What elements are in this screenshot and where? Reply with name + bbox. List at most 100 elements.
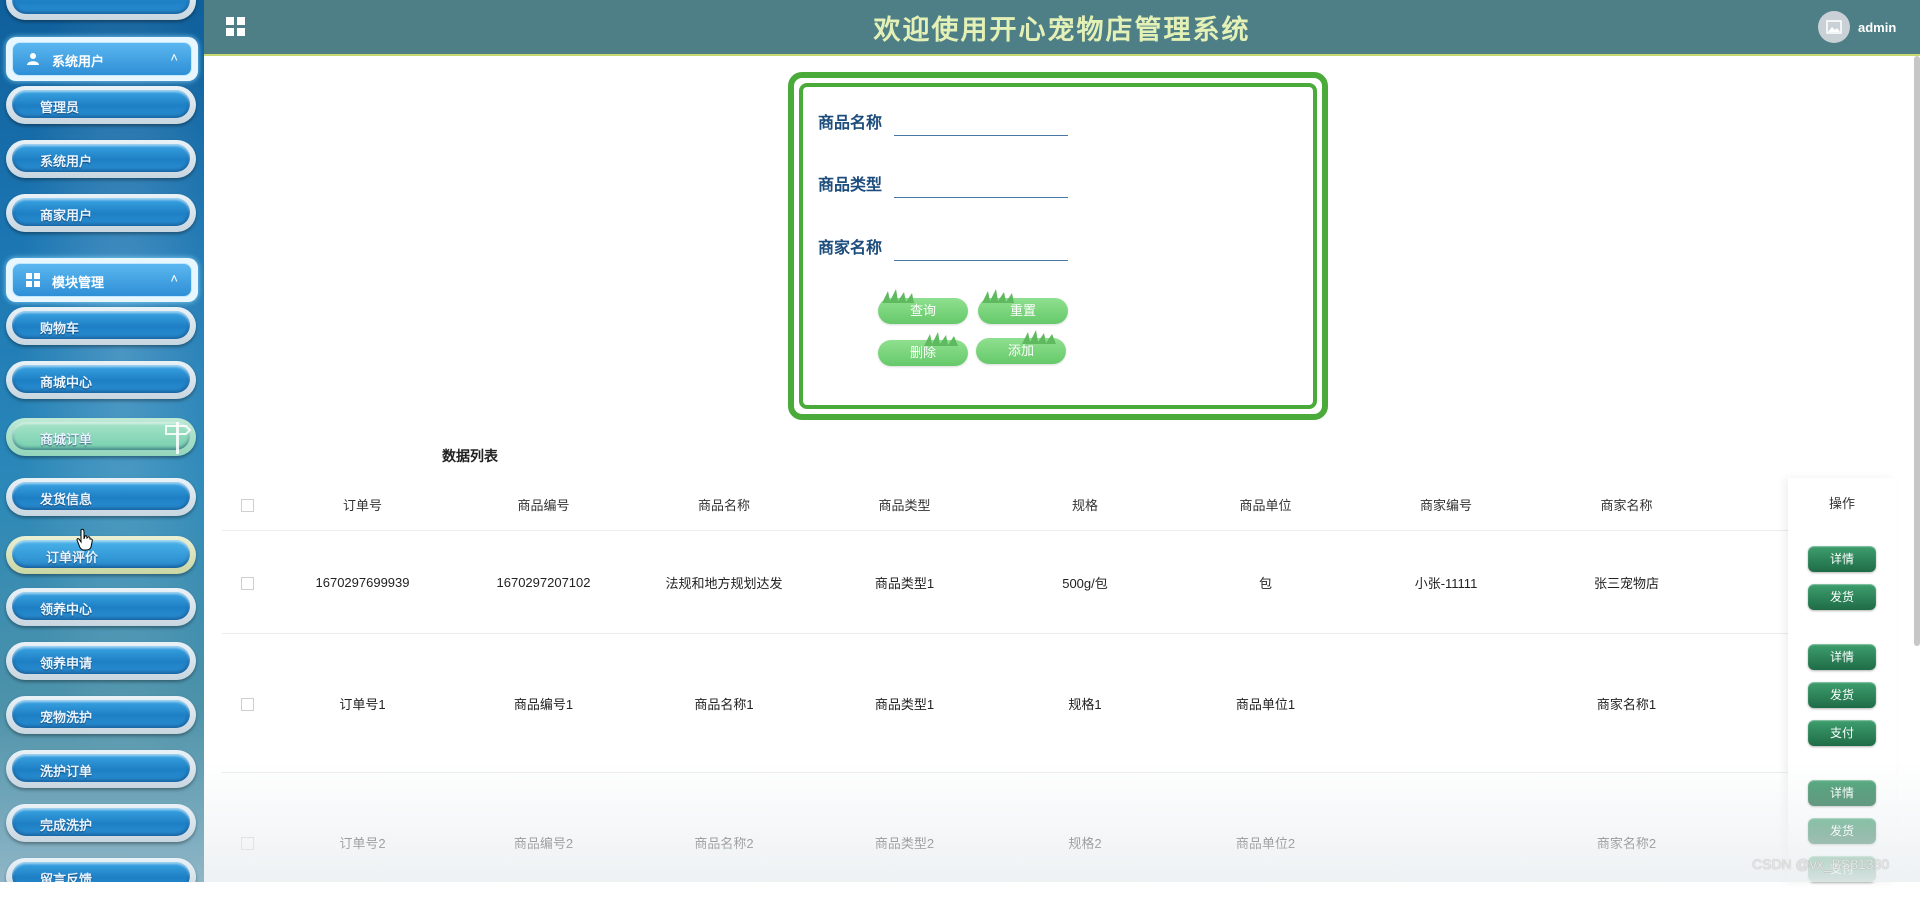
- column-header[interactable]: 商品编号: [453, 478, 634, 531]
- delete-button[interactable]: 删除: [878, 340, 968, 366]
- sidebar-item-adoption-apply[interactable]: 领养申请: [6, 642, 196, 680]
- table-cell: 商家名称1: [1536, 634, 1717, 773]
- data-table: 订单号 商品编号 商品名称 商品类型 规格 商品单位 商家编号 商家名称 商 1…: [222, 478, 1896, 911]
- product-type-label: 商品类型: [818, 171, 882, 195]
- sidebar-item-label: 领养中心: [40, 599, 92, 618]
- sidebar-item-label: 领养申请: [40, 653, 92, 672]
- row-checkbox[interactable]: [241, 577, 254, 590]
- detail-button[interactable]: 详情: [1808, 546, 1876, 572]
- column-header[interactable]: 规格: [995, 478, 1175, 531]
- sidebar-item-grooming-done[interactable]: 完成洗护: [6, 804, 196, 842]
- table-cell: [1356, 773, 1536, 911]
- ship-button[interactable]: 发货: [1808, 818, 1876, 844]
- table-cell: 订单号1: [272, 634, 453, 773]
- image-icon: [1818, 11, 1850, 43]
- row-checkbox[interactable]: [241, 837, 254, 850]
- table-cell: 商品单位1: [1175, 634, 1356, 773]
- sidebar-item-adoption-center[interactable]: 领养中心: [6, 588, 196, 626]
- select-all-checkbox[interactable]: [241, 499, 254, 512]
- table-cell: 商品类型1: [814, 634, 995, 773]
- grass-icon: [982, 289, 1022, 303]
- sidebar-item-feedback[interactable]: 留言反馈: [6, 858, 196, 882]
- merchant-name-label: 商家名称: [818, 234, 882, 258]
- row-checkbox[interactable]: [241, 698, 254, 711]
- table-cell: 商品类型1: [814, 531, 995, 634]
- sidebar-group-modules-label: 模块管理: [52, 272, 104, 291]
- query-button[interactable]: 查询: [878, 298, 968, 324]
- pay-button[interactable]: 支付: [1808, 720, 1876, 746]
- sidebar-item-label: 购物车: [40, 318, 79, 337]
- sidebar-item-cart[interactable]: 购物车: [6, 307, 196, 345]
- column-header[interactable]: 商品单位: [1175, 478, 1356, 531]
- signpost-icon: [164, 418, 192, 456]
- sidebar-item-pet-grooming[interactable]: 宠物洗护: [6, 696, 196, 734]
- sidebar-item-order-review[interactable]: 订单评价: [6, 536, 196, 574]
- table-row: 订单号1 商品编号1 商品名称1 商品类型1 规格1 商品单位1 商家名称1 商: [222, 634, 1896, 773]
- sidebar-item-label: 商城中心: [40, 372, 92, 391]
- grid-icon: [26, 273, 40, 287]
- sidebar-item-label: 发货信息: [40, 489, 92, 508]
- table-cell: 商品名称1: [634, 634, 814, 773]
- column-header[interactable]: 订单号: [272, 478, 453, 531]
- column-header[interactable]: 商品类型: [814, 478, 995, 531]
- product-name-input[interactable]: [894, 108, 1068, 136]
- watermark: CSDN @vx_BS81330: [1752, 856, 1889, 872]
- ship-button[interactable]: 发货: [1808, 682, 1876, 708]
- add-button[interactable]: 添加: [976, 338, 1066, 364]
- sidebar-item-shipping-info[interactable]: 发货信息: [6, 478, 196, 516]
- table-cell: 规格1: [995, 634, 1175, 773]
- ops-column-header: 操作: [1788, 493, 1896, 512]
- detail-button[interactable]: 详情: [1808, 780, 1876, 806]
- grass-icon: [878, 332, 964, 346]
- table-cell: 商品名称2: [634, 773, 814, 911]
- hand-cursor-icon: [76, 528, 94, 552]
- sidebar-item-label: 留言反馈: [40, 869, 92, 882]
- sidebar-item-merchant-users[interactable]: 商家用户: [6, 194, 196, 232]
- table-cell: 张三宠物店: [1536, 531, 1717, 634]
- column-header[interactable]: 商品名称: [634, 478, 814, 531]
- avatar[interactable]: [1818, 11, 1850, 43]
- sidebar-item-label: 系统用户: [40, 151, 92, 170]
- username[interactable]: admin: [1858, 20, 1896, 35]
- page-title: 欢迎使用开心宠物店管理系统: [204, 8, 1920, 47]
- reset-button[interactable]: 重置: [978, 298, 1068, 324]
- sidebar-item-label: 管理员: [40, 97, 79, 116]
- data-list-title: 数据列表: [442, 446, 498, 466]
- table-header-row: 订单号 商品编号 商品名称 商品类型 规格 商品单位 商家编号 商家名称 商: [222, 478, 1896, 531]
- table-cell: 包: [1175, 531, 1356, 634]
- vertical-scrollbar[interactable]: [1914, 56, 1920, 646]
- chevron-up-icon: ˄: [170, 271, 178, 286]
- sidebar-group-users[interactable]: 系统用户 ˄: [6, 37, 198, 81]
- add-button-label: 添加: [1008, 343, 1034, 358]
- sidebar-item-label: 完成洗护: [40, 815, 92, 834]
- sidebar-group-modules[interactable]: 模块管理 ˄: [6, 258, 198, 302]
- sidebar-item-mall-center[interactable]: 商城中心: [6, 361, 196, 399]
- table-cell: 500g/包: [995, 531, 1175, 634]
- ship-button[interactable]: 发货: [1808, 584, 1876, 610]
- table-cell: 商品单位2: [1175, 773, 1356, 911]
- table-cell: 法规和地方规划达发: [634, 531, 814, 634]
- sidebar-item-label: 宠物洗护: [40, 707, 92, 726]
- product-type-input[interactable]: [894, 170, 1068, 198]
- table-cell: 1670297699939: [272, 531, 453, 634]
- delete-button-label: 删除: [910, 345, 936, 360]
- detail-button[interactable]: 详情: [1808, 644, 1876, 670]
- table-cell: 商家名称2: [1536, 773, 1717, 911]
- sidebar-item-mall-orders[interactable]: 商城订单: [6, 418, 196, 456]
- sidebar-item-label: 商城订单: [40, 429, 92, 448]
- merchant-name-input[interactable]: [894, 233, 1068, 261]
- query-button-label: 查询: [910, 303, 936, 318]
- table-cell: [1356, 634, 1536, 773]
- sidebar-item-label: 商家用户: [40, 205, 92, 224]
- sidebar-group-users-label: 系统用户: [52, 51, 104, 70]
- sidebar-item-admin[interactable]: 管理员: [6, 86, 196, 124]
- table-cell: 商品编号1: [453, 634, 634, 773]
- sidebar-item-system-users[interactable]: 系统用户: [6, 140, 196, 178]
- table-cell: 1670297207102: [453, 531, 634, 634]
- sidebar-item-grooming-orders[interactable]: 洗护订单: [6, 750, 196, 788]
- column-header[interactable]: 商家编号: [1356, 478, 1536, 531]
- user-icon: [26, 52, 40, 66]
- column-header[interactable]: 商家名称: [1536, 478, 1717, 531]
- table-cell: 订单号2: [272, 773, 453, 911]
- sidebar-item-top-partial[interactable]: [6, 0, 196, 20]
